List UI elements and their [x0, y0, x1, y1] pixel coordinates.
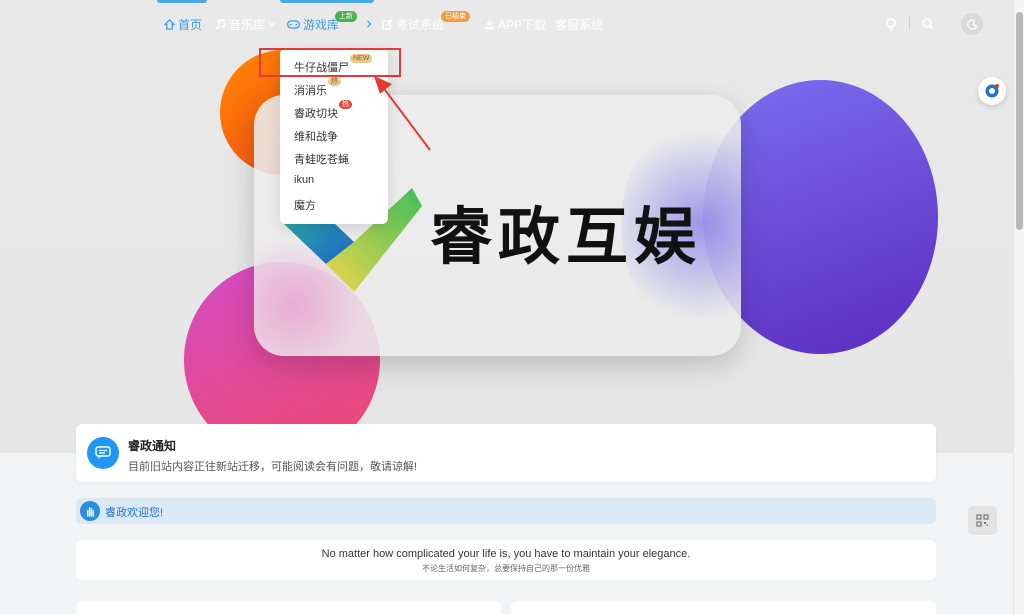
brand-title: 睿政互娱 — [430, 200, 703, 273]
home-icon — [164, 18, 175, 30]
top-navigation: 首页 音乐库 游戏库 上新 考试系统 已结束 APP下载 客服系统 — [0, 0, 1013, 48]
search-icon[interactable] — [920, 16, 936, 32]
chat-bubble-icon — [985, 84, 999, 98]
nav-customer-service-label: 客服系统 — [555, 17, 604, 32]
dropdown-item-rubiks-cube[interactable]: 魔方 — [294, 197, 316, 213]
games-new-badge: 上新 — [335, 11, 357, 22]
annotation-arrow-icon — [374, 76, 431, 151]
quote-card: No matter how complicated your life is, … — [76, 540, 936, 580]
welcome-text: 睿政欢迎您! — [105, 507, 164, 519]
page-scrollbar[interactable] — [1013, 0, 1024, 614]
chevron-right-icon — [367, 20, 372, 28]
nav-music-label: 音乐库 — [229, 17, 266, 32]
qr-code-icon — [976, 514, 989, 527]
dropdown-item-ikun[interactable]: ikun — [294, 174, 314, 186]
nav-exam[interactable]: 考试系统 — [382, 15, 444, 33]
dropdown-item-ruizheng-slice[interactable]: 睿政切块 — [294, 105, 338, 121]
nav-home[interactable]: 首页 — [164, 15, 202, 33]
qr-code-button[interactable] — [968, 506, 997, 535]
nav-exam-label: 考试系统 — [396, 17, 445, 32]
welcome-bar: 睿政欢迎您! — [76, 498, 936, 524]
content-card-right — [511, 601, 936, 614]
message-icon — [87, 437, 119, 469]
dropdown-item-peace-war[interactable]: 维和战争 — [294, 128, 338, 144]
nav-music[interactable]: 音乐库 — [215, 15, 276, 33]
notice-text: 目前旧站内容正往新站迁移，可能阅读会有问题，敬请谅解! — [128, 461, 418, 473]
exam-ended-badge: 已结束 — [441, 11, 470, 22]
notice-card: 睿政通知 目前旧站内容正往新站迁移，可能阅读会有问题，敬请谅解! — [76, 424, 936, 482]
annotation-highlight-box — [259, 48, 401, 77]
download-icon — [484, 19, 495, 29]
nav-games[interactable]: 游戏库 — [287, 15, 373, 33]
quote-chinese: 不论生活如何复杂，总要保持自己的那一份优雅 — [422, 564, 590, 573]
lightbulb-icon[interactable] — [883, 16, 899, 32]
hot-badge: 热 — [328, 77, 341, 86]
chevron-down-icon — [268, 22, 276, 27]
qq-chat-button[interactable] — [978, 77, 1006, 105]
nav-app-download-label: APP下载 — [498, 17, 547, 32]
music-icon — [216, 18, 225, 29]
nav-divider — [909, 16, 910, 30]
nav-games-label: 游戏库 — [303, 17, 340, 32]
moon-icon[interactable] — [961, 13, 983, 35]
quote-english: No matter how complicated your life is, … — [321, 548, 691, 560]
nav-customer-service[interactable]: 客服系统 — [555, 15, 603, 33]
hero-banner: 睿政互娱 — [0, 0, 1013, 453]
dropdown-item-frog-fly[interactable]: 青蛙吃苍蝇 — [294, 151, 349, 167]
dropdown-item-match3[interactable]: 消消乐 — [294, 82, 327, 98]
gamepad-icon — [287, 19, 300, 29]
edit-icon — [382, 18, 393, 30]
hot-badge: 热 — [339, 100, 352, 109]
hand-wave-icon — [80, 501, 100, 521]
nav-home-label: 首页 — [178, 17, 203, 32]
notice-title: 睿政通知 — [128, 439, 177, 453]
nav-app-download[interactable]: APP下载 — [484, 15, 546, 33]
content-card-left — [76, 601, 501, 614]
